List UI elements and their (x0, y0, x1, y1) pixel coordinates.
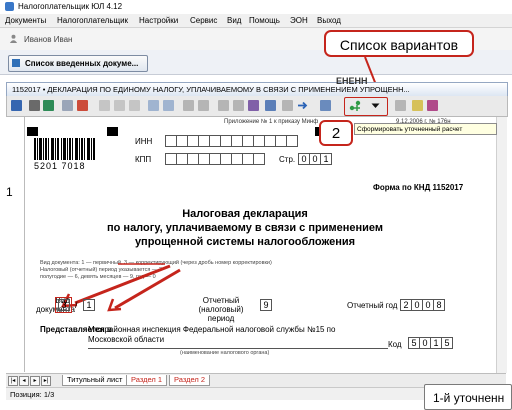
delete-page-icon[interactable] (77, 100, 88, 111)
print-icon[interactable] (29, 100, 40, 111)
user-name: Иванов Иван (24, 35, 73, 44)
document-toolbar (6, 96, 508, 117)
year-cells[interactable]: 2 0 0 8 (400, 299, 445, 311)
saved-documents-label: Список введенных докуме... (25, 59, 139, 68)
tab-section-1[interactable]: Раздел 1 (126, 375, 168, 386)
tab-title-page[interactable]: Титульный лист (62, 375, 128, 386)
tab-section-2[interactable]: Раздел 2 (169, 375, 211, 386)
menu-view[interactable]: Вид (227, 16, 241, 25)
vertical-scrollbar[interactable] (496, 117, 507, 373)
barcode (34, 138, 95, 160)
tax-authority-line: Межрайонная инспекция Федеральной налого… (88, 325, 336, 334)
period-value: 9 (260, 299, 272, 311)
excel-icon[interactable] (43, 100, 54, 111)
tooltip: Сформировать уточненный расчет (354, 123, 497, 135)
left-margin-mark: 1 (6, 185, 13, 199)
save-icon[interactable] (11, 100, 22, 111)
tool-icon-11[interactable] (395, 100, 406, 111)
tool-icon-6[interactable] (233, 100, 244, 111)
code-digit: 5 (441, 337, 453, 349)
declaration-heading: Налоговая декларация по налогу, уплачива… (60, 207, 430, 249)
page-number-cells: 0 0 1 (298, 153, 332, 165)
correction-number-cell[interactable]: 1 (83, 299, 95, 311)
tool-icon-5[interactable] (218, 100, 229, 111)
prev-sheet-button[interactable]: ◂ (19, 376, 29, 386)
highlight-refine-button (344, 97, 388, 116)
heading-line: упрощенной системы налогообложения (134, 236, 356, 248)
callout-variants: Список вариантов (324, 30, 474, 57)
heading-line: по налогу, уплачиваемому в связи с приме… (107, 222, 383, 234)
window-titlebar: Налогоплательщик ЮЛ 4.12 (0, 0, 512, 15)
list-icon (12, 59, 20, 67)
first-sheet-button[interactable]: |◂ (8, 376, 18, 386)
tax-authority-caption: (наименование налогового органа) (180, 350, 270, 356)
kpp-cells[interactable] (165, 153, 265, 165)
tool-icon-2[interactable] (163, 100, 174, 111)
label-line: Отчетный (202, 296, 240, 305)
menu-eon[interactable]: ЭОН (290, 16, 308, 25)
tax-authority-line: Московской области (88, 335, 165, 344)
appendix-label: Приложение № 1 к приказу Минф (224, 119, 319, 125)
year-label: Отчетный год (347, 301, 398, 310)
highlight-document-type (55, 297, 72, 313)
saved-documents-button[interactable]: Список введенных докуме... (8, 55, 148, 72)
tool-icon-4[interactable] (198, 100, 209, 111)
menu-service[interactable]: Сервис (190, 16, 217, 25)
period-cell[interactable]: 9 (260, 299, 272, 311)
new-page-icon[interactable] (62, 100, 73, 111)
partial-top-label: ЕНЕНН (336, 76, 368, 86)
period-label: Отчетный (налоговый) период (186, 296, 256, 323)
page-digit: 1 (320, 153, 332, 165)
tax-authority-name[interactable]: Межрайонная инспекция Федеральной налого… (88, 325, 335, 345)
tool-icon-7[interactable] (248, 100, 259, 111)
corner-marker (107, 127, 118, 136)
refined-variant-item[interactable]: 1-й уточненн (424, 384, 512, 410)
tool-icon-8[interactable] (265, 100, 276, 111)
tool-icon-1[interactable] (148, 100, 159, 111)
last-sheet-button[interactable]: ▸| (41, 376, 51, 386)
tool-icon-9[interactable] (282, 100, 293, 111)
inn-cells[interactable] (165, 135, 298, 147)
document-title: 1152017 • ДЕКЛАРАЦИЯ ПО ЕДИНОМУ НАЛОГУ, … (12, 85, 410, 94)
position-status: Позиция: 1/3 (10, 390, 55, 399)
next-sheet-button[interactable]: ▸ (30, 376, 40, 386)
page-label: Стр. (279, 155, 296, 164)
copy-icon[interactable] (99, 100, 110, 111)
app-icon (5, 2, 14, 11)
code-label: Код (388, 340, 402, 349)
year-digit: 8 (433, 299, 445, 311)
heading-line: Налоговая декларация (182, 208, 308, 220)
menu-bar: Документы Налогоплательщик Настройки Сер… (0, 14, 512, 28)
menu-documents[interactable]: Документы (5, 16, 46, 25)
tool-icon-10[interactable] (320, 100, 331, 111)
slash: / (75, 300, 78, 310)
tool-icon-13[interactable] (427, 100, 438, 111)
barcode-number: 5201 7018 (34, 161, 86, 171)
tax-authority-underline (88, 348, 388, 349)
corner-marker (27, 127, 38, 136)
paste-icon[interactable] (114, 100, 125, 111)
kpp-label: КПП (135, 155, 152, 164)
code-cells[interactable]: 5 0 1 5 (408, 337, 453, 349)
callout-step-2: 2 (319, 120, 353, 146)
inn-label: ИНН (135, 137, 153, 146)
tool-icon-12[interactable] (412, 100, 423, 111)
form-code: Форма по КНД 1152017 (373, 183, 464, 192)
tool-icon-3[interactable] (183, 100, 194, 111)
document-titlebar: 1152017 • ДЕКЛАРАЦИЯ ПО ЕДИНОМУ НАЛОГУ, … (6, 82, 508, 97)
window-title: Налогоплательщик ЮЛ 4.12 (18, 2, 123, 11)
label-line: (налоговый) период (198, 305, 244, 323)
arrow-right-icon[interactable] (297, 100, 308, 111)
correction-number-value: 1 (83, 299, 95, 311)
user-icon (9, 34, 18, 43)
menu-settings[interactable]: Настройки (139, 16, 178, 25)
menu-taxpayer[interactable]: Налогоплательщик (57, 16, 128, 25)
menu-exit[interactable]: Выход (317, 16, 341, 25)
menu-help[interactable]: Помощь (249, 16, 280, 25)
cut-icon[interactable] (129, 100, 140, 111)
